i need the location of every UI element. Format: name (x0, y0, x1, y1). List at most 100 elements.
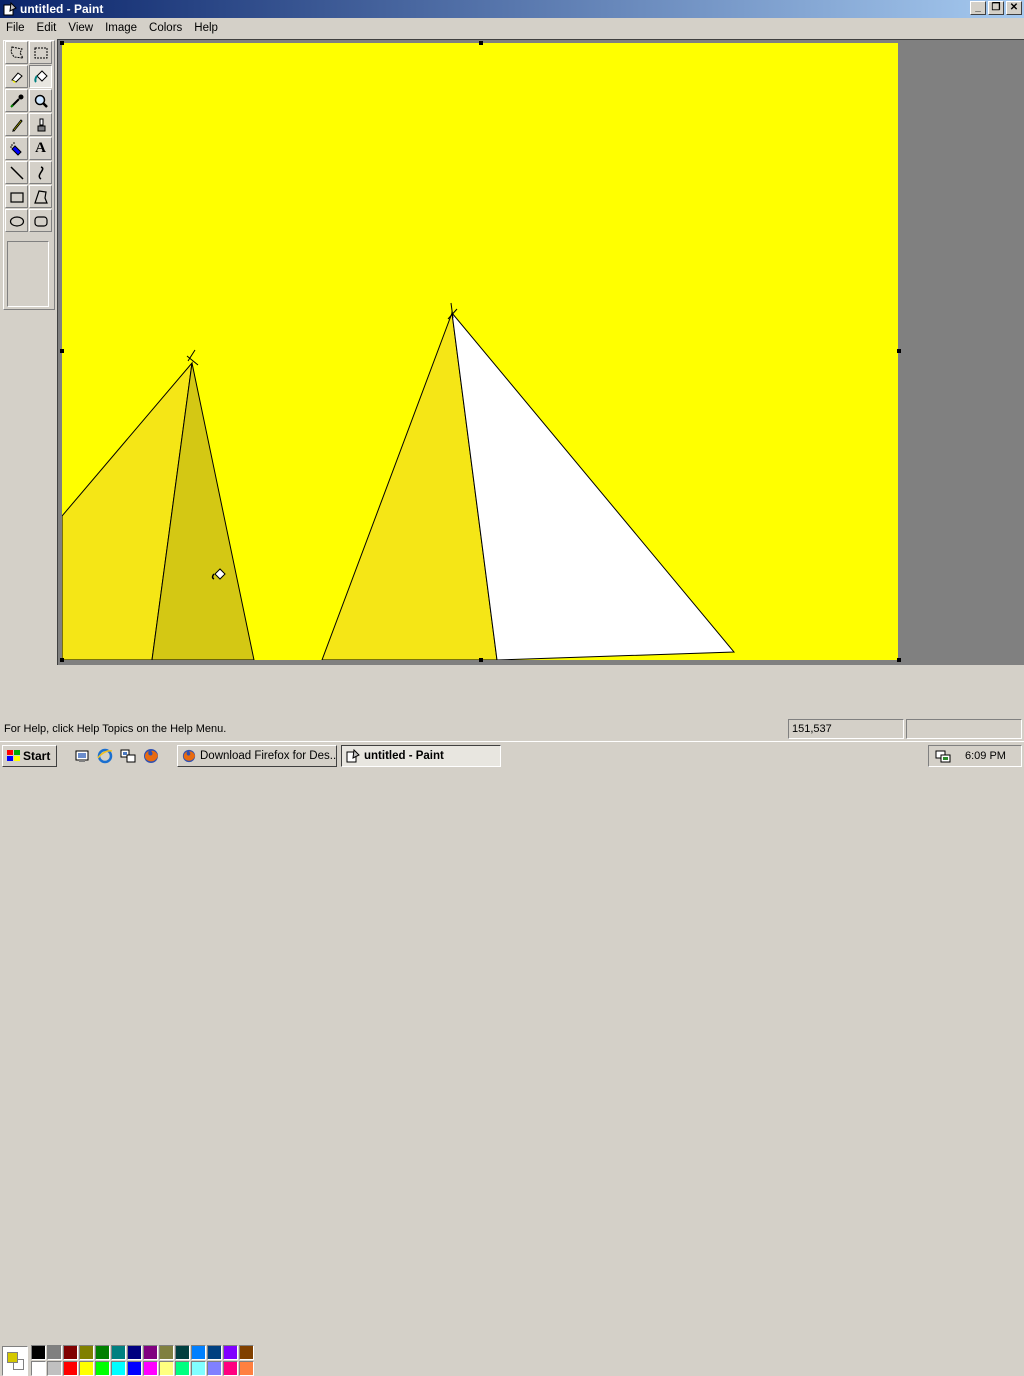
status-bar: For Help, click Help Topics on the Help … (0, 719, 1024, 739)
palette-swatch[interactable] (223, 1361, 238, 1376)
windows-flag-icon (7, 750, 20, 761)
menu-view[interactable]: View (62, 18, 99, 38)
free-form-select-tool[interactable] (5, 41, 28, 64)
palette-swatch[interactable] (143, 1361, 158, 1376)
magnifier-icon (34, 94, 48, 108)
task-label: untitled - Paint (364, 750, 444, 762)
resize-handle (60, 41, 64, 45)
polygon-tool[interactable] (29, 185, 52, 208)
resize-handle-right[interactable] (897, 349, 901, 353)
airbrush-icon (9, 141, 22, 156)
palette-swatch[interactable] (31, 1345, 46, 1360)
menu-edit[interactable]: Edit (31, 18, 63, 38)
paint-bucket-cursor-icon (211, 568, 226, 580)
resize-handle (60, 658, 64, 662)
firefox-icon[interactable] (143, 748, 159, 764)
tool-options-box[interactable] (7, 241, 49, 307)
status-size (906, 719, 1022, 739)
palette-swatch[interactable] (191, 1345, 206, 1360)
pick-color-tool[interactable] (5, 89, 28, 112)
palette-swatch[interactable] (159, 1361, 174, 1376)
rectangle-icon (9, 191, 24, 203)
minimize-button[interactable]: _ (970, 1, 986, 15)
rectangle-tool[interactable] (5, 185, 28, 208)
status-coordinates: 151,537 (788, 719, 904, 739)
select-tool[interactable] (29, 41, 52, 64)
menu-colors[interactable]: Colors (143, 18, 188, 38)
task-firefox[interactable]: Download Firefox for Des... (177, 745, 337, 767)
drawing-canvas[interactable] (62, 43, 898, 660)
resize-handle-corner[interactable] (897, 658, 901, 662)
palette-swatch[interactable] (79, 1361, 94, 1376)
line-icon (9, 165, 24, 180)
free-select-icon (9, 45, 24, 59)
ellipse-tool[interactable] (5, 209, 28, 232)
network-icon[interactable] (120, 748, 136, 764)
show-desktop-icon[interactable] (74, 748, 90, 764)
palette-swatch[interactable] (175, 1345, 190, 1360)
palette-swatch[interactable] (63, 1345, 78, 1360)
task-paint[interactable]: untitled - Paint (341, 745, 501, 767)
resize-handle (479, 41, 483, 45)
menu-bar: File Edit View Image Colors Help (0, 18, 1024, 38)
brush-icon (37, 118, 45, 131)
palette-swatch[interactable] (191, 1361, 206, 1376)
palette-swatch[interactable] (127, 1345, 142, 1360)
palette-swatch[interactable] (47, 1361, 62, 1376)
start-button[interactable]: Start (2, 745, 57, 767)
title-bar: untitled - Paint _ ❐ ✕ (0, 0, 1024, 18)
palette-swatch[interactable] (111, 1361, 126, 1376)
palette-swatch[interactable] (63, 1361, 78, 1376)
rect-select-icon (34, 47, 47, 58)
palette-swatch[interactable] (31, 1361, 46, 1376)
palette-swatch[interactable] (239, 1345, 254, 1360)
menu-help[interactable]: Help (188, 18, 224, 38)
line-tool[interactable] (5, 161, 28, 184)
curve-icon (38, 165, 43, 180)
eyedropper-icon (9, 94, 23, 108)
firefox-icon (182, 749, 196, 763)
palette-swatch[interactable] (207, 1345, 222, 1360)
clock[interactable]: 6:09 PM (965, 746, 1006, 766)
palette-swatch[interactable] (79, 1345, 94, 1360)
palette-swatch[interactable] (143, 1345, 158, 1360)
resize-handle (60, 349, 64, 353)
network-tray-icon[interactable] (935, 748, 951, 764)
current-colors[interactable] (2, 1346, 28, 1376)
pencil-tool[interactable] (5, 113, 28, 136)
color-palette (0, 670, 1024, 1376)
pencil-icon (11, 118, 23, 132)
foreground-color (7, 1352, 18, 1363)
curve-tool[interactable] (29, 161, 52, 184)
palette-swatch[interactable] (223, 1345, 238, 1360)
task-label: Download Firefox for Des... (200, 750, 337, 762)
ie-icon[interactable] (97, 748, 113, 764)
menu-image[interactable]: Image (99, 18, 143, 38)
eraser-tool[interactable] (5, 65, 28, 88)
palette-swatch[interactable] (175, 1361, 190, 1376)
close-button[interactable]: ✕ (1006, 1, 1022, 15)
palette-swatch[interactable] (159, 1345, 174, 1360)
palette-swatch[interactable] (111, 1345, 126, 1360)
palette-swatch[interactable] (47, 1345, 62, 1360)
rounded-rectangle-tool[interactable] (29, 209, 52, 232)
palette-swatch[interactable] (95, 1345, 110, 1360)
restore-button[interactable]: ❐ (988, 1, 1004, 15)
window-title: untitled - Paint (20, 2, 104, 16)
status-help-text: For Help, click Help Topics on the Help … (4, 723, 227, 735)
resize-handle-bottom[interactable] (479, 658, 483, 662)
palette-swatch[interactable] (207, 1361, 222, 1376)
paint-icon (346, 749, 360, 763)
paint-app-icon (3, 2, 17, 16)
magnifier-tool[interactable] (29, 89, 52, 112)
palette-swatch[interactable] (127, 1361, 142, 1376)
fill-tool[interactable] (29, 65, 52, 88)
palette-swatch[interactable] (239, 1361, 254, 1376)
airbrush-tool[interactable] (5, 137, 28, 160)
text-icon: A (35, 140, 46, 156)
brush-tool[interactable] (29, 113, 52, 136)
text-tool[interactable]: A (29, 137, 52, 160)
palette-swatch[interactable] (95, 1361, 110, 1376)
menu-file[interactable]: File (0, 18, 31, 38)
polygon-icon (33, 189, 48, 204)
